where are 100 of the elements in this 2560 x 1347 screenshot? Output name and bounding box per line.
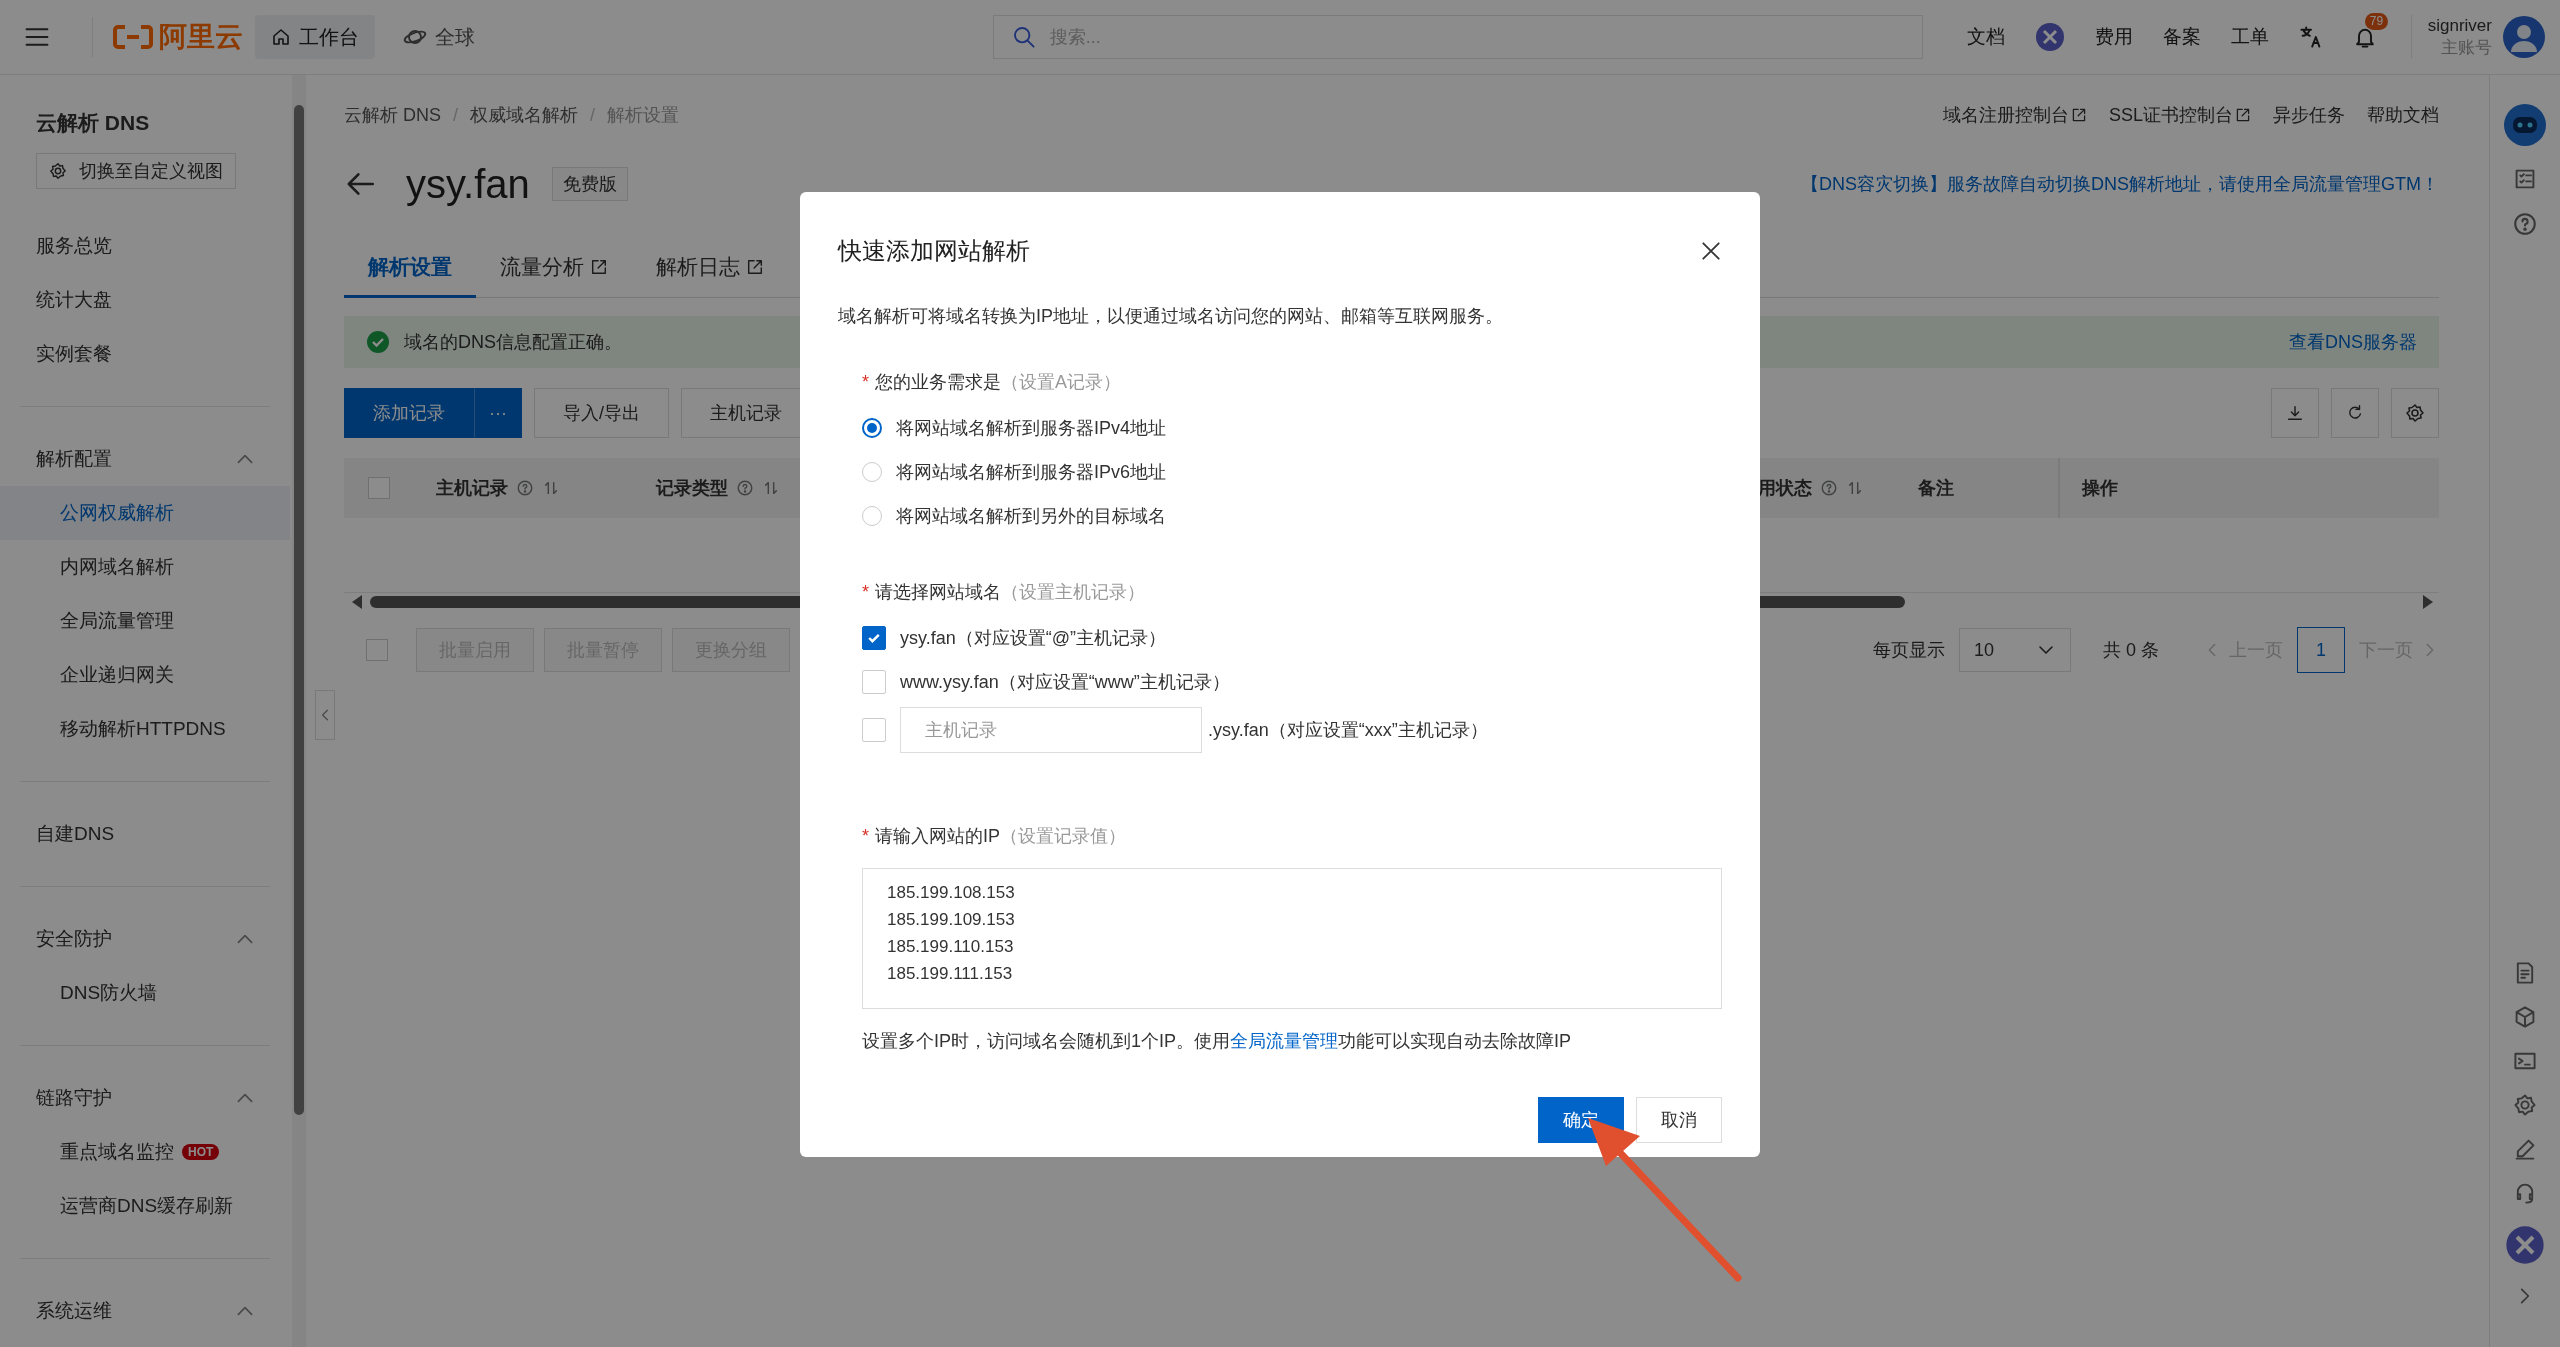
sidebar-item[interactable]: 自建DNS (0, 807, 290, 861)
field-hint: （设置A记录） (1001, 371, 1122, 394)
breadcrumb-item[interactable]: 权威域名解析 (470, 103, 579, 127)
robot-icon[interactable] (2503, 103, 2547, 147)
app-icon[interactable] (2505, 1225, 2545, 1265)
avatar-icon[interactable] (2502, 15, 2546, 59)
download-icon (2286, 404, 2304, 422)
field-hint: （设置主机记录） (1001, 581, 1145, 604)
app-icon[interactable] (2034, 22, 2065, 52)
radio-button[interactable] (862, 418, 882, 438)
link[interactable]: 全局流量管理 (1230, 1031, 1339, 1051)
settings-button[interactable] (2391, 388, 2439, 438)
tab[interactable]: 流量分析 (476, 239, 632, 298)
user-name[interactable]: signriver (2427, 15, 2492, 37)
field-label: 您的业务需求是 (875, 371, 1001, 394)
alert-text: 域名的DNS信息配置正确。 (404, 331, 622, 354)
sidebar-item[interactable]: 统计大盘 (0, 273, 290, 327)
scrollbar[interactable] (292, 75, 306, 1347)
cancel-button[interactable]: 取消 (1636, 1097, 1722, 1143)
download-button[interactable] (2271, 388, 2319, 438)
required-mark: * (862, 825, 869, 847)
header-link[interactable]: 工单 (2230, 24, 2269, 50)
option-label[interactable]: 将网站域名解析到服务器IPv6地址 (896, 460, 1167, 484)
sort-icon[interactable] (762, 479, 780, 497)
top-link[interactable]: 域名注册控制台 (1942, 103, 2087, 127)
option-label: .ysy.fan（对应设置“xxx”主机记录） (1208, 719, 1488, 742)
sidebar-item[interactable]: DNS防火墙 (0, 966, 290, 1020)
total-count: 共 0 条 (2103, 639, 2159, 662)
checkbox[interactable] (862, 626, 886, 650)
menu-group[interactable]: 系统运维 (20, 1284, 270, 1338)
home-icon (271, 27, 291, 47)
page-size-select[interactable]: 10 (1959, 628, 2071, 672)
option-label[interactable]: 将网站域名解析到另外的目标域名 (896, 504, 1166, 528)
user-role: 主账号 (2441, 37, 2492, 59)
tab[interactable]: 解析日志 (632, 239, 788, 298)
page-size-label: 每页显示 (1873, 639, 1945, 662)
translate-icon[interactable] (2298, 25, 2323, 49)
checklist-icon[interactable] (2513, 167, 2537, 191)
help-icon[interactable] (2512, 211, 2538, 237)
sidebar-title: 云解析 DNS (35, 110, 151, 136)
more-button[interactable]: ··· (474, 388, 522, 438)
settings-icon[interactable] (2513, 1093, 2537, 1117)
logo-icon (113, 24, 153, 50)
cube-icon[interactable] (2513, 1005, 2537, 1029)
column-header: 操作 (2082, 477, 2118, 500)
option-label[interactable]: www.ysy.fan（对应设置“www”主机记录） (900, 670, 1230, 694)
toolbar-button[interactable]: 导入/导出 (534, 388, 669, 438)
option-label[interactable]: ysy.fan（对应设置“@”主机记录） (900, 626, 1166, 650)
settings-icon (2405, 403, 2425, 423)
tab[interactable]: 解析设置 (344, 239, 476, 298)
required-mark: * (862, 371, 869, 393)
pen-icon[interactable] (2513, 1137, 2537, 1161)
nav-item[interactable]: 工作台 (255, 15, 375, 59)
breadcrumb-separator: / (590, 104, 596, 126)
ip-textarea[interactable]: 185.199.108.153 185.199.109.153 185.199.110.153 185.199.111.153 (862, 868, 1722, 1009)
breadcrumb-item[interactable]: 云解析 DNS (344, 103, 441, 127)
host-record-field[interactable]: 主机记录 (900, 707, 1202, 753)
sidebar-item[interactable]: 实例套餐 (0, 327, 290, 381)
field-label: 请输入网站的IP (875, 825, 1001, 848)
sidebar-item[interactable]: 运营商DNS缓存刷新 (0, 1179, 290, 1233)
sort-icon[interactable] (1846, 479, 1864, 497)
check-circle-icon (366, 330, 390, 354)
sidebar-item[interactable]: 公网权威解析 (0, 486, 290, 540)
column-header: 备注 (1918, 477, 1954, 500)
top-link[interactable]: 帮助文档 (2367, 103, 2439, 127)
header-link[interactable]: 文档 (1966, 24, 2005, 50)
sort-icon[interactable] (542, 479, 560, 497)
option-label[interactable]: 将网站域名解析到服务器IPv4地址 (896, 416, 1167, 440)
sidebar-item[interactable]: 服务总览 (0, 219, 290, 273)
column-header: 用状态 (1758, 477, 1812, 500)
sidebar-item[interactable]: 移动解析HTTPDNS (0, 702, 290, 756)
close-icon[interactable] (1700, 240, 1722, 262)
top-link[interactable]: SSL证书控制台 (2108, 103, 2251, 127)
sidebar-item[interactable]: 企业递归网关 (0, 648, 290, 702)
promo-link[interactable]: 【DNS容灾切换】服务故障自动切换DNS解析地址，请使用全局流量管理GTM！ (1801, 172, 2439, 196)
menu-group[interactable]: 安全防护 (20, 912, 270, 966)
alert-link[interactable]: 查看DNS服务器 (2289, 330, 2417, 354)
view-switch-button[interactable]: 切换至自定义视图 (36, 153, 236, 189)
header-link[interactable]: 费用 (2094, 24, 2133, 50)
add-record-button[interactable]: 添加记录 (344, 388, 474, 438)
nav-item[interactable]: 全球 (387, 15, 491, 59)
field-label: 请选择网站域名 (875, 581, 1001, 604)
menu-group[interactable]: 解析配置 (20, 432, 270, 486)
page-button[interactable]: 1 (2297, 627, 2345, 673)
header-link[interactable]: 备案 (2162, 24, 2201, 50)
help-text: 设置多个IP时，访问域名会随机到1个IP。使用全局流量管理功能可以实现自动去除故障IP (862, 1030, 1573, 1053)
sidebar-item[interactable]: 重点域名监控 HOT (0, 1125, 290, 1179)
menu-group[interactable]: 链路守护 (20, 1071, 270, 1125)
refresh-button[interactable] (2331, 388, 2379, 438)
hot-badge: HOT (182, 1144, 220, 1160)
scroll-right-icon[interactable] (2421, 594, 2435, 610)
field-hint: （设置记录值） (1000, 825, 1127, 848)
top-link[interactable]: 异步任务 (2273, 103, 2345, 127)
sidebar-item[interactable]: 内网域名解析 (0, 540, 290, 594)
dialog-title: 快速添加网站解析 (838, 236, 1030, 266)
scroll-left-icon[interactable] (350, 594, 364, 610)
edition-tag: 免费版 (551, 167, 628, 201)
refresh-icon (2346, 404, 2364, 422)
sidebar-item[interactable]: 全局流量管理 (0, 594, 290, 648)
settings-icon (49, 162, 67, 180)
